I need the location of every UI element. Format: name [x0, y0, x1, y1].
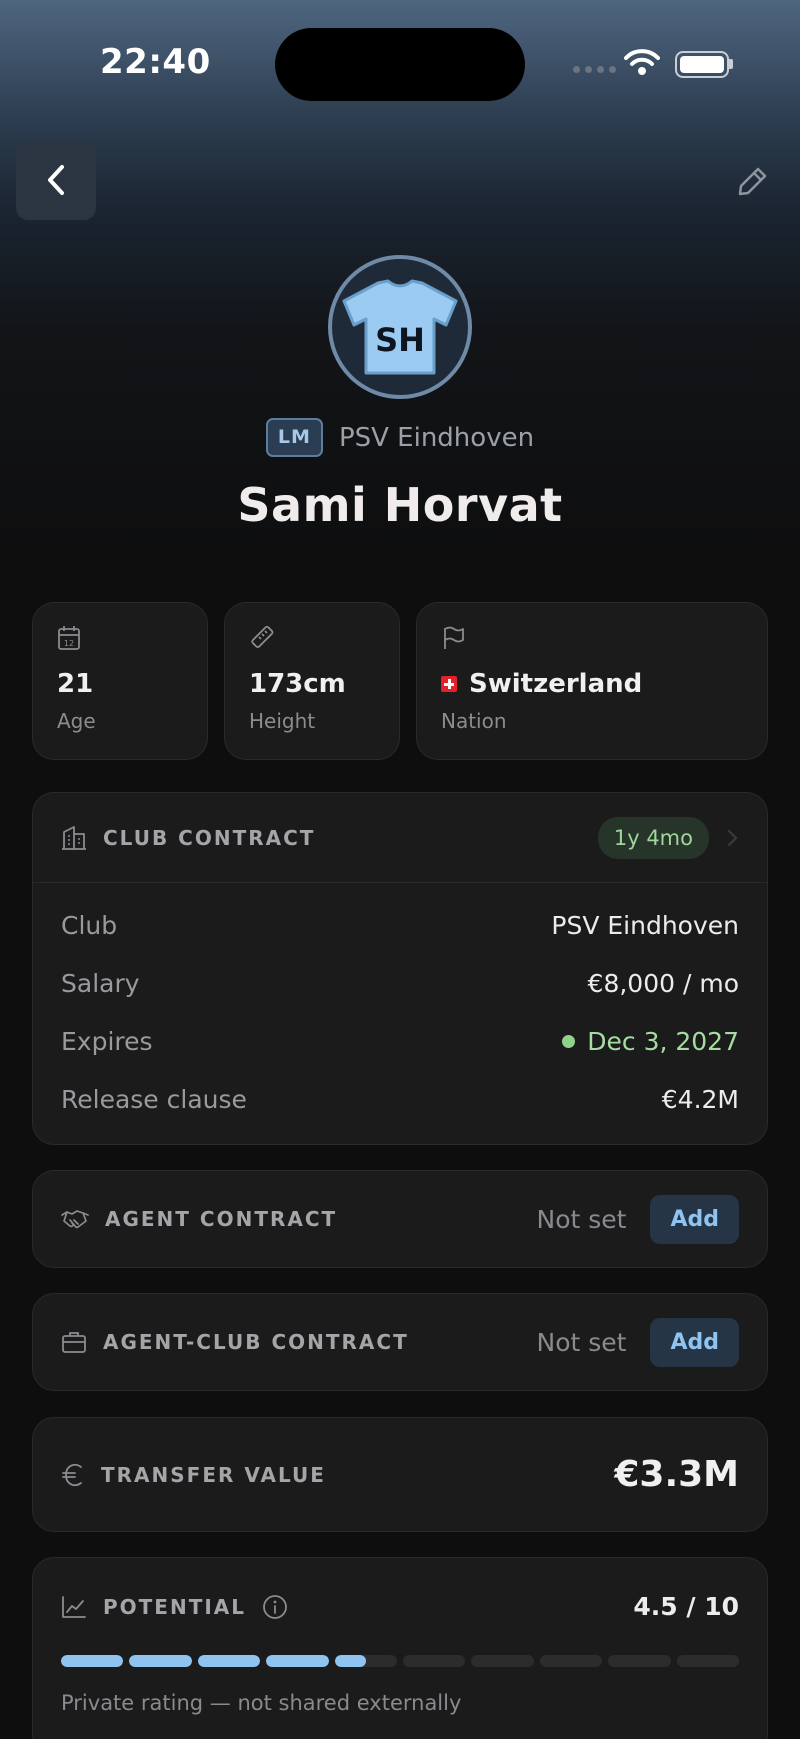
trend-chart-icon [62, 1595, 86, 1618]
player-name: Sami Horvat [237, 478, 563, 532]
potential-card: POTENTIAL 4.5 / 10 Private rating — not … [32, 1557, 768, 1739]
contract-club-label: Club [61, 910, 118, 940]
back-button[interactable] [16, 140, 96, 220]
euro-icon [62, 1463, 82, 1486]
contract-release-label: Release clause [61, 1084, 247, 1114]
agent-contract-title: AGENT CONTRACT [105, 1207, 338, 1231]
potential-segment [471, 1655, 534, 1667]
nation-label: Nation [441, 709, 507, 733]
height-label: Height [249, 709, 316, 733]
cellular-signal-icon [573, 66, 616, 73]
contract-salary-label: Salary [61, 968, 140, 998]
potential-segment [129, 1655, 192, 1667]
potential-segment-fill [334, 1655, 366, 1667]
age-label: Age [57, 709, 96, 733]
jersey-icon: SH [342, 279, 458, 375]
potential-segment-fill [129, 1655, 192, 1667]
calendar-icon: 12 [58, 626, 80, 650]
contract-release-value: €4.2M [661, 1084, 739, 1114]
potential-rating-bar [61, 1655, 740, 1667]
contract-row-expires: Expires Dec 3, 2027 [33, 1012, 767, 1070]
chevron-right-icon [727, 829, 738, 846]
potential-segment [676, 1655, 740, 1667]
club-name: PSV Eindhoven [338, 422, 535, 453]
potential-segment [608, 1655, 671, 1667]
info-icon[interactable] [262, 1594, 288, 1620]
club-contract-card[interactable]: CLUB CONTRACT 1y 4mo Club PSV Eindhoven … [32, 792, 768, 1145]
potential-segment [197, 1655, 261, 1667]
add-agent-contract-button[interactable]: Add [650, 1194, 739, 1244]
agent-club-contract-title: AGENT-CLUB CONTRACT [103, 1330, 409, 1354]
wifi-icon [624, 48, 660, 80]
flag-icon [444, 626, 464, 649]
height-value: 173cm [249, 669, 346, 699]
agent-club-contract-status: Not set [536, 1327, 627, 1357]
age-value: 21 [57, 669, 94, 699]
swiss-flag-icon [441, 676, 457, 692]
player-initials: SH [375, 321, 425, 359]
status-dot [562, 1034, 576, 1048]
potential-segment [61, 1655, 124, 1667]
building-icon [62, 825, 86, 850]
handshake-icon [61, 1210, 89, 1229]
edit-button[interactable] [730, 158, 776, 204]
contract-row-salary: Salary €8,000 / mo [33, 954, 767, 1012]
potential-segment-fill [266, 1655, 329, 1667]
agent-club-contract-card: AGENT-CLUB CONTRACT Not set Add [32, 1293, 768, 1391]
contract-club-value: PSV Eindhoven [551, 910, 739, 940]
briefcase-icon [62, 1332, 86, 1353]
contract-expires-value-wrap: Dec 3, 2027 [562, 1027, 739, 1056]
agent-contract-card: AGENT CONTRACT Not set Add [32, 1170, 768, 1268]
potential-segment [403, 1655, 466, 1667]
battery-nub [729, 59, 733, 69]
transfer-value-amount: €3.3M [614, 1454, 739, 1495]
potential-segment [266, 1655, 329, 1667]
potential-note: Private rating — not shared externally [61, 1691, 462, 1715]
height-card: 173cm Height [224, 602, 400, 760]
player-avatar: SH [328, 255, 472, 399]
dynamic-island [275, 28, 525, 101]
club-contract-header[interactable]: CLUB CONTRACT 1y 4mo [33, 793, 767, 883]
potential-segment-fill [61, 1655, 124, 1667]
position-club-row: LM PSV Eindhoven [0, 418, 800, 457]
contract-row-release: Release clause €4.2M [33, 1070, 767, 1128]
pencil-icon [738, 167, 767, 196]
ruler-icon [251, 625, 274, 648]
nation-value: Switzerland [469, 669, 643, 699]
contract-expires-label: Expires [61, 1026, 153, 1056]
potential-segment [539, 1655, 603, 1667]
potential-title: POTENTIAL [103, 1594, 247, 1619]
position-badge: LM [265, 418, 323, 457]
potential-segment-fill [197, 1655, 261, 1667]
status-time: 22:40 [100, 42, 211, 82]
contract-salary-value: €8,000 / mo [587, 968, 739, 998]
chevron-left-icon [48, 165, 64, 195]
nation-card: Switzerland Nation [416, 602, 768, 760]
club-contract-title: CLUB CONTRACT [103, 825, 316, 850]
battery-icon [675, 51, 729, 78]
transfer-value-title: TRANSFER VALUE [101, 1462, 326, 1487]
nation-value-row: Switzerland [441, 669, 743, 699]
contract-row-club: Club PSV Eindhoven [33, 896, 767, 954]
potential-segment [334, 1655, 398, 1667]
contract-expires-value: Dec 3, 2027 [587, 1026, 739, 1056]
add-agent-club-contract-button[interactable]: Add [650, 1317, 739, 1367]
contract-duration-badge: 1y 4mo [597, 816, 709, 859]
potential-score: 4.5 / 10 [633, 1592, 739, 1621]
svg-text:12: 12 [64, 639, 74, 648]
agent-contract-status: Not set [536, 1204, 627, 1234]
transfer-value-card: TRANSFER VALUE €3.3M [32, 1417, 768, 1532]
age-card: 12 21 Age [32, 602, 208, 760]
